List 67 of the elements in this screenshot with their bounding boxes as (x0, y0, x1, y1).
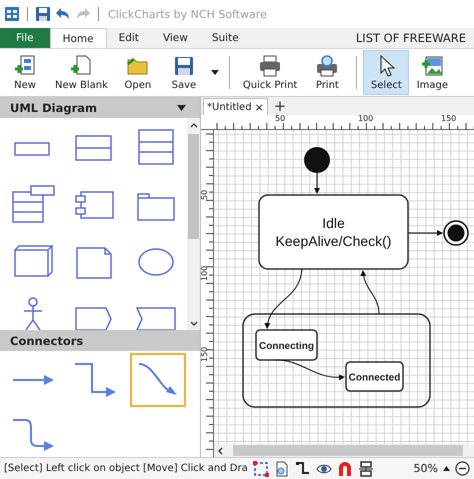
transition-arrow (360, 270, 380, 314)
state-label: Connected (348, 372, 400, 384)
tool-icon (315, 54, 340, 78)
selection-icon[interactable] (252, 460, 269, 476)
transition-arrow (264, 268, 302, 329)
connector-icon[interactable] (294, 460, 311, 476)
toolbar-button[interactable]: Open (114, 50, 161, 95)
zoom-out-icon[interactable] (455, 461, 470, 476)
state-label: KeepAlive/Check() (276, 233, 392, 249)
ribbon-tab[interactable]: View (150, 28, 200, 48)
scrollbar[interactable] (214, 444, 474, 457)
final-state (443, 220, 469, 246)
initial-state (304, 147, 330, 173)
toolbar-button[interactable]: Print (304, 50, 350, 95)
magnet-icon[interactable] (336, 460, 353, 476)
ruler-label: 150 (200, 346, 209, 362)
arrow-icon (138, 363, 177, 395)
toolbar-button[interactable]: Select (363, 50, 410, 95)
ribbon-tab[interactable]: Suite (200, 28, 251, 48)
connector-option[interactable] (130, 353, 186, 407)
ruler-label: 50 (275, 114, 286, 123)
transition-arrow (276, 360, 345, 380)
panel-header[interactable]: Connectors (0, 330, 200, 351)
ruler-label: 100 (200, 264, 209, 281)
transition-arrow (314, 172, 320, 194)
ruler-label: 150 (441, 114, 456, 123)
ruler-label: 100 (358, 114, 374, 123)
tab-title: *Untitled (207, 102, 252, 112)
zoom-level: 50% (414, 462, 438, 475)
panel-header[interactable]: UML Diagram (0, 97, 200, 118)
align-icon[interactable] (358, 460, 374, 476)
panel-title: Connectors (10, 334, 84, 348)
save-icon[interactable] (35, 6, 51, 22)
scroll-down-icon[interactable] (190, 321, 198, 327)
document-icon[interactable] (274, 460, 290, 476)
arrow-icon (13, 419, 54, 451)
close-button[interactable]: × (254, 100, 264, 114)
toolbar-button[interactable]: New Blank (48, 50, 115, 95)
scrollbar[interactable] (187, 118, 200, 330)
panel-title: UML Diagram (10, 100, 98, 114)
new-tab-button[interactable]: + (274, 98, 286, 115)
dropdown-caret-icon[interactable] (177, 104, 186, 110)
dropdown-caret-icon[interactable] (210, 70, 219, 75)
state-label: Idle (322, 215, 345, 231)
ribbon-caption: LIST OF FREEWARE (356, 30, 466, 47)
shape-icon[interactable] (10, 184, 56, 226)
state-label: Connecting (259, 341, 314, 352)
arrow-icon (75, 363, 116, 397)
toolbar-button[interactable]: Save (160, 50, 207, 95)
ribbon-tab[interactable]: Home (50, 28, 107, 48)
ribbon-tab[interactable]: Edit (106, 28, 151, 48)
tool-icon (420, 54, 444, 78)
ruler-label: 50 (200, 188, 209, 200)
scroll-up-icon[interactable] (190, 122, 198, 128)
document-tab[interactable]: *Untitled × (203, 98, 268, 115)
transition-arrow (408, 230, 443, 236)
window-title: ClickCharts by NCH Software (108, 8, 267, 20)
toolbar-button[interactable]: New (2, 50, 48, 95)
status-text: [Select] Left click on object [Move] Click and Dra (4, 463, 248, 474)
zoom-caret-icon[interactable] (443, 466, 450, 471)
scroll-left-icon[interactable] (217, 446, 223, 454)
ribbon-tab[interactable]: File (0, 28, 50, 48)
tool-icon (258, 54, 282, 78)
toolbar-button[interactable]: Image (409, 50, 456, 95)
app-icon[interactable] (4, 6, 20, 22)
arrow-icon (13, 375, 54, 385)
toolbar-button[interactable]: Quick Print (236, 50, 304, 95)
